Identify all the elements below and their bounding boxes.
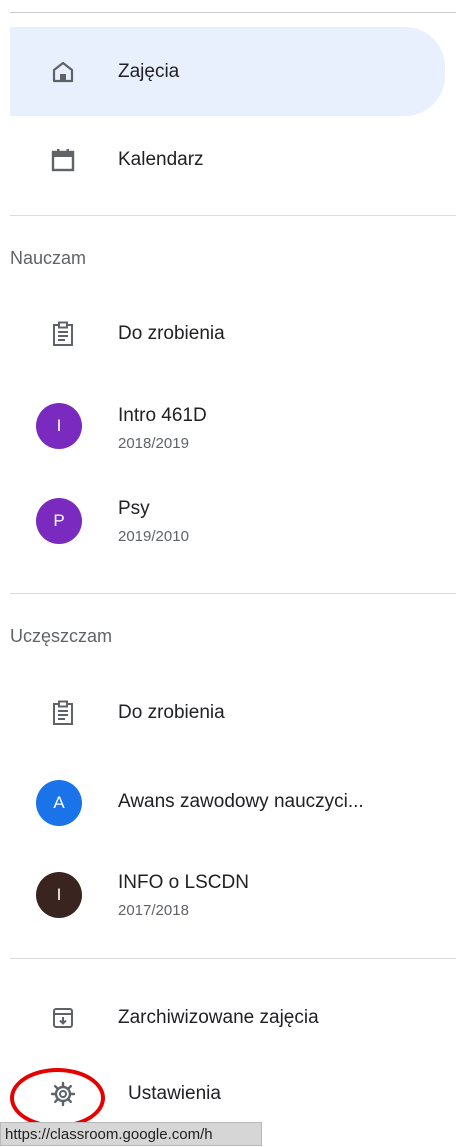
enrolled-section-title: Uczęszczam: [10, 626, 113, 646]
nav-item-calendar-label: Kalendarz: [118, 149, 204, 170]
enrolled-todo-label: Do zrobienia: [118, 702, 225, 723]
course-name: Intro 461D: [118, 405, 207, 426]
teaching-section-title: Nauczam: [10, 248, 87, 268]
status-bar-url: https://classroom.google.com/h: [0, 1122, 262, 1146]
course-avatar: P: [36, 498, 82, 544]
course-term: 2018/2019: [118, 435, 189, 452]
nav-item-settings-label: Ustawienia: [128, 1083, 221, 1104]
todo-clipboard-icon: [48, 698, 78, 728]
course-item-enrolled-1[interactable]: I INFO o LSCDN 2017/2018: [10, 852, 456, 936]
course-item-teaching-0[interactable]: I Intro 461D 2018/2019: [10, 384, 456, 468]
nav-item-archived-label: Zarchiwizowane zajęcia: [118, 1007, 319, 1028]
nav-item-calendar[interactable]: Kalendarz: [10, 120, 456, 200]
course-item-teaching-1[interactable]: P Psy 2019/2010: [10, 477, 456, 561]
home-icon: [48, 57, 78, 87]
section-divider: [10, 958, 456, 959]
course-avatar: A: [36, 780, 82, 826]
nav-item-classes-label: Zajęcia: [118, 60, 180, 82]
course-avatar: I: [36, 872, 82, 918]
course-avatar: I: [36, 403, 82, 449]
nav-item-archived[interactable]: Zarchiwizowane zajęcia: [10, 978, 456, 1058]
course-item-enrolled-0[interactable]: A Awans zawodowy nauczyci...: [10, 762, 456, 844]
section-divider: [10, 215, 456, 216]
section-divider: [10, 593, 456, 594]
nav-item-classes[interactable]: Zajęcia: [10, 27, 445, 116]
course-term: 2019/2010: [118, 528, 189, 545]
teaching-todo-label: Do zrobienia: [118, 323, 225, 344]
archive-icon: [48, 1003, 78, 1033]
calendar-icon: [48, 145, 78, 175]
enrolled-todo[interactable]: Do zrobienia: [10, 674, 456, 752]
red-annotation-circle: [10, 1068, 105, 1128]
course-name: INFO o LSCDN: [118, 872, 249, 893]
top-divider: [10, 12, 456, 13]
course-name: Psy: [118, 498, 150, 519]
course-term: 2017/2018: [118, 902, 189, 919]
course-name: Awans zawodowy nauczyci...: [118, 791, 364, 812]
todo-clipboard-icon: [48, 319, 78, 349]
teaching-todo[interactable]: Do zrobienia: [10, 296, 456, 372]
